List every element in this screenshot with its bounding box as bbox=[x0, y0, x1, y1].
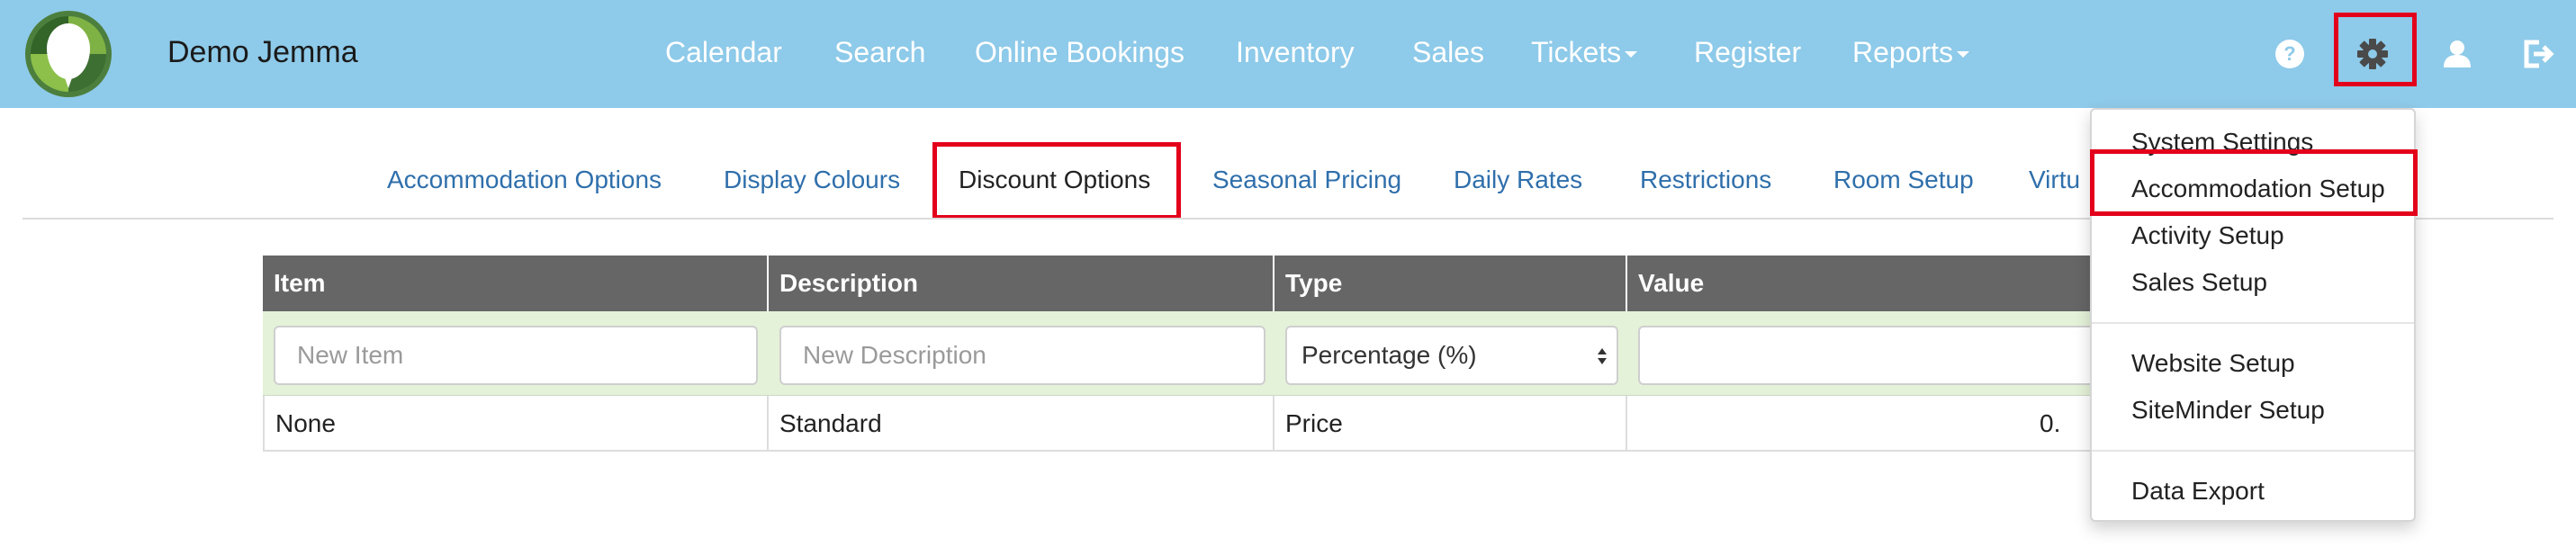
row-item: None bbox=[265, 396, 769, 452]
nav-reports[interactable]: Reports bbox=[1852, 34, 1970, 70]
menu-highlight-box bbox=[2090, 149, 2418, 216]
top-navbar: Demo Jemma Calendar Search Online Bookin… bbox=[0, 0, 2576, 108]
logout-icon[interactable] bbox=[2517, 32, 2560, 76]
caret-down-icon bbox=[1625, 51, 1638, 58]
menu-item-website-setup[interactable]: Website Setup bbox=[2131, 347, 2295, 380]
row-type: Price bbox=[1274, 396, 1627, 452]
menu-item-activity-setup[interactable]: Activity Setup bbox=[2131, 220, 2284, 252]
nav-sales[interactable]: Sales bbox=[1412, 34, 1484, 70]
tab-display-colours[interactable]: Display Colours bbox=[724, 164, 900, 196]
gear-highlight-box bbox=[2334, 13, 2417, 86]
tab-virtual[interactable]: Virtu bbox=[2029, 164, 2080, 196]
type-select-value: Percentage (%) bbox=[1302, 341, 1477, 369]
nav-online-bookings[interactable]: Online Bookings bbox=[975, 34, 1184, 70]
menu-divider bbox=[2092, 450, 2414, 452]
nav-tickets[interactable]: Tickets bbox=[1531, 34, 1638, 70]
tab-room-setup[interactable]: Room Setup bbox=[1833, 164, 1974, 196]
type-select[interactable]: Percentage (%) bbox=[1285, 326, 1618, 385]
column-header-item: Item bbox=[263, 256, 769, 311]
table-header: Item Description Type Value bbox=[263, 256, 2171, 311]
brand-name[interactable]: Demo Jemma bbox=[167, 34, 358, 70]
caret-down-icon bbox=[1957, 51, 1970, 58]
user-icon[interactable] bbox=[2436, 32, 2479, 76]
row-description: Standard bbox=[769, 396, 1274, 452]
active-tab-highlight-box bbox=[932, 142, 1181, 220]
nav-search[interactable]: Search bbox=[834, 34, 925, 70]
table-row[interactable]: None Standard Price 0. bbox=[263, 396, 2171, 452]
tab-accommodation-options[interactable]: Accommodation Options bbox=[387, 164, 662, 196]
menu-item-sales-setup[interactable]: Sales Setup bbox=[2131, 266, 2267, 299]
column-header-description: Description bbox=[769, 256, 1274, 311]
menu-item-siteminder-setup[interactable]: SiteMinder Setup bbox=[2131, 394, 2325, 426]
svg-text:?: ? bbox=[2283, 42, 2295, 65]
tab-restrictions[interactable]: Restrictions bbox=[1640, 164, 1771, 196]
nav-calendar[interactable]: Calendar bbox=[665, 34, 782, 70]
new-item-input[interactable]: New Item bbox=[274, 326, 758, 385]
new-description-input[interactable]: New Description bbox=[779, 326, 1265, 385]
nav-register[interactable]: Register bbox=[1694, 34, 1801, 70]
column-header-type: Type bbox=[1274, 256, 1627, 311]
nav-inventory[interactable]: Inventory bbox=[1236, 34, 1355, 70]
new-discount-row: New Item New Description Percentage (%) … bbox=[263, 311, 2178, 396]
tab-seasonal-pricing[interactable]: Seasonal Pricing bbox=[1212, 164, 1401, 196]
brand-logo[interactable] bbox=[25, 11, 112, 97]
tab-daily-rates[interactable]: Daily Rates bbox=[1454, 164, 1582, 196]
help-icon[interactable]: ? bbox=[2268, 32, 2311, 76]
select-arrows-icon bbox=[1598, 348, 1607, 364]
menu-divider bbox=[2092, 322, 2414, 324]
menu-item-data-export[interactable]: Data Export bbox=[2131, 475, 2265, 507]
